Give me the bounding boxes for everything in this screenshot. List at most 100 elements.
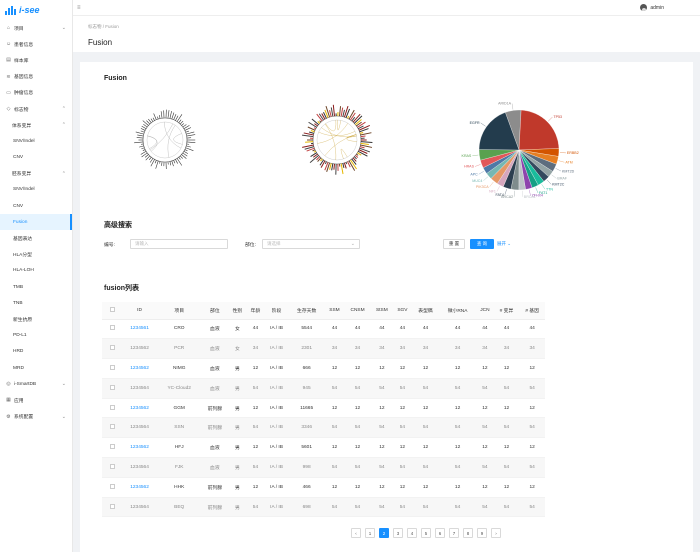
table-cell: 2301 (288, 338, 325, 360)
sidebar-item-2[interactable]: ▤ 样本库 (0, 52, 72, 68)
sidebar-item-21[interactable]: MRD (0, 360, 72, 376)
circos-bar (186, 131, 195, 135)
circos-bar (186, 134, 196, 137)
id-link[interactable]: 1234562 (122, 437, 158, 459)
page-button[interactable]: 3 (393, 528, 403, 538)
pie-label-line (548, 116, 553, 122)
row-checkbox[interactable] (109, 503, 115, 509)
sidebar-item-19[interactable]: PD-L1 (0, 328, 72, 344)
row-checkbox[interactable] (109, 424, 115, 430)
id-link[interactable]: 1234562 (122, 477, 158, 498)
sidebar-item-7[interactable]: SNV/Indel (0, 133, 72, 149)
sidebar-item-24[interactable]: ⚙ 系统配置 ⌄ (0, 409, 72, 425)
page-button[interactable]: 7 (449, 528, 459, 538)
sidebar-item-16[interactable]: TMB (0, 279, 72, 295)
id-link[interactable]: 1234564 (122, 497, 158, 518)
prev-page-button[interactable]: ‹ (351, 528, 361, 538)
row-checkbox[interactable] (109, 345, 115, 351)
sidebar-item-12[interactable]: Fusion (0, 214, 72, 231)
sidebar-item-11[interactable]: CNV (0, 198, 72, 214)
table-cell: IA / IB (264, 358, 289, 379)
table-row[interactable]: 1234562 HFJ 血液男 12 IA / IB 5601 12 12 12 12 12 12 12… (102, 437, 545, 459)
menu-toggle-icon[interactable]: ≡ (77, 5, 81, 11)
table-row[interactable]: 1234562 HHK 前列腺男 12 IA / IB 466 12 12 12 12 12 12 12… (102, 477, 545, 498)
row-checkbox[interactable] (109, 444, 115, 450)
page-button[interactable]: 4 (407, 528, 417, 538)
table-cell: 54 (439, 417, 477, 439)
id-link[interactable]: 1234564 (122, 378, 158, 399)
id-input[interactable]: 请输入 (130, 239, 228, 249)
page-button[interactable]: 9 (477, 528, 487, 538)
sidebar-item-22[interactable]: ◎ i-SmartDB ⌄ (0, 376, 72, 392)
circos-bar (169, 111, 172, 119)
id-link[interactable]: 1234561 (122, 319, 158, 340)
sidebar-item-1[interactable]: ☺ 患者信息 (0, 36, 72, 52)
sidebar-item-9[interactable]: 胚系变异 ⌃ (0, 166, 72, 182)
table-cell: 698 (288, 497, 325, 518)
sidebar-item-8[interactable]: CNV (0, 150, 72, 166)
select-all-checkbox[interactable] (109, 306, 115, 312)
sidebar-item-4[interactable]: ▭ 肿瘤信息 (0, 85, 72, 101)
table-row[interactable]: 1234562 GGM 前列腺男 12 IA / IB 11665 12 12 12 12 12 12… (102, 398, 545, 419)
row-checkbox[interactable] (109, 325, 115, 331)
sidebar-item-20[interactable]: HRD (0, 344, 72, 360)
id-link[interactable]: 1234564 (122, 457, 158, 478)
row-checkbox[interactable] (109, 483, 115, 489)
sidebar-item-0[interactable]: ⌂ 项目 ⌄ (0, 20, 72, 36)
page-button[interactable]: 2 (379, 528, 389, 538)
circos-bar (312, 149, 316, 152)
sidebar-item-6[interactable]: 体系变异 ⌃ (0, 117, 72, 133)
id-link[interactable]: 1234562 (122, 398, 158, 419)
table-cell: 54 (476, 417, 494, 439)
next-page-button[interactable]: › (491, 528, 501, 538)
circos-bar (144, 154, 149, 158)
site-select[interactable]: 请选择 ⌄ (262, 239, 360, 249)
id-link[interactable]: 1234562 (122, 338, 158, 360)
row-checkbox[interactable] (109, 384, 115, 390)
table-row[interactable]: 1234564 FJK 血液男 54 IA / IB 998 54 54 54 54 54 54 54 5… (102, 457, 545, 478)
circos-bar (329, 110, 332, 117)
page-button[interactable]: 5 (421, 528, 431, 538)
reset-button[interactable]: 重 置 (443, 239, 465, 249)
table-row[interactable]: 1234564 YC-Cloud2 血液男 54 IA / IB 945 54 54 54 54 5… (102, 378, 545, 399)
sidebar-item-3[interactable]: ≋ 基因信息 (0, 69, 72, 85)
table-row[interactable]: 1234562 PCR 血液女 34 IA / IB 2301 34 34 34 34 34 34 34… (102, 338, 545, 360)
table-cell: 12 (476, 358, 494, 379)
page-button[interactable]: 6 (435, 528, 445, 538)
sidebar-item-13[interactable]: 基因表达 (0, 230, 72, 246)
id-link[interactable]: 1234562 (122, 358, 158, 379)
circos-bar (179, 120, 184, 125)
table-row[interactable]: 1234564 SSN 前列腺男 54 IA / IB 3346 54 54 54 54 54 54 5… (102, 417, 545, 439)
search-title: 高级搜索 (104, 222, 132, 229)
circos-bar (331, 163, 334, 171)
table-cell: 54 (411, 417, 440, 439)
sidebar-item-18[interactable]: 新生抗原 (0, 311, 72, 327)
breadcrumb[interactable]: 标志物 / Fusion (88, 24, 119, 30)
sidebar-item-23[interactable]: ▦ 应用 (0, 392, 72, 408)
table-cell: 12 (439, 477, 477, 498)
pie-label-line (535, 187, 539, 194)
table-row[interactable]: 1234561 CRO 血液女 44 IA / IB 5544 44 44 44 44 44 44 44… (102, 319, 545, 340)
query-button[interactable]: 查 询 (470, 239, 494, 249)
row-checkbox[interactable] (109, 404, 115, 410)
table-row[interactable]: 1234562 NIMG 血液男 12 IA / IB 666 12 12 12 12 12 12 12… (102, 358, 545, 379)
pie-label-line (511, 103, 514, 110)
table-cell: 54 (439, 457, 477, 478)
circos-bar (184, 149, 188, 152)
sidebar-item-15[interactable]: HLA-LOH (0, 263, 72, 279)
sidebar-item-10[interactable]: SNV/Indel (0, 182, 72, 198)
sidebar-item-14[interactable]: HLA分型 (0, 247, 72, 263)
row-checkbox[interactable] (109, 463, 115, 469)
column-header: 年龄 (246, 302, 265, 320)
page-button[interactable]: 8 (463, 528, 473, 538)
table-cell: 男 (228, 398, 247, 419)
sidebar-item-5[interactable]: ◇ 标志物 ⌃ (0, 101, 72, 117)
table-row[interactable]: 1234564 BEQ 前列腺男 54 IA / IB 698 54 54 54 54 54 54 54… (102, 497, 545, 518)
expand-link[interactable]: 展开 ⌄ (497, 241, 511, 247)
row-checkbox[interactable] (109, 364, 115, 370)
circos-bar (175, 159, 178, 164)
sidebar-item-17[interactable]: TNB (0, 295, 72, 311)
page-button[interactable]: 1 (365, 528, 375, 538)
user-menu[interactable]: admin (640, 4, 664, 11)
id-link[interactable]: 1234564 (122, 417, 158, 439)
